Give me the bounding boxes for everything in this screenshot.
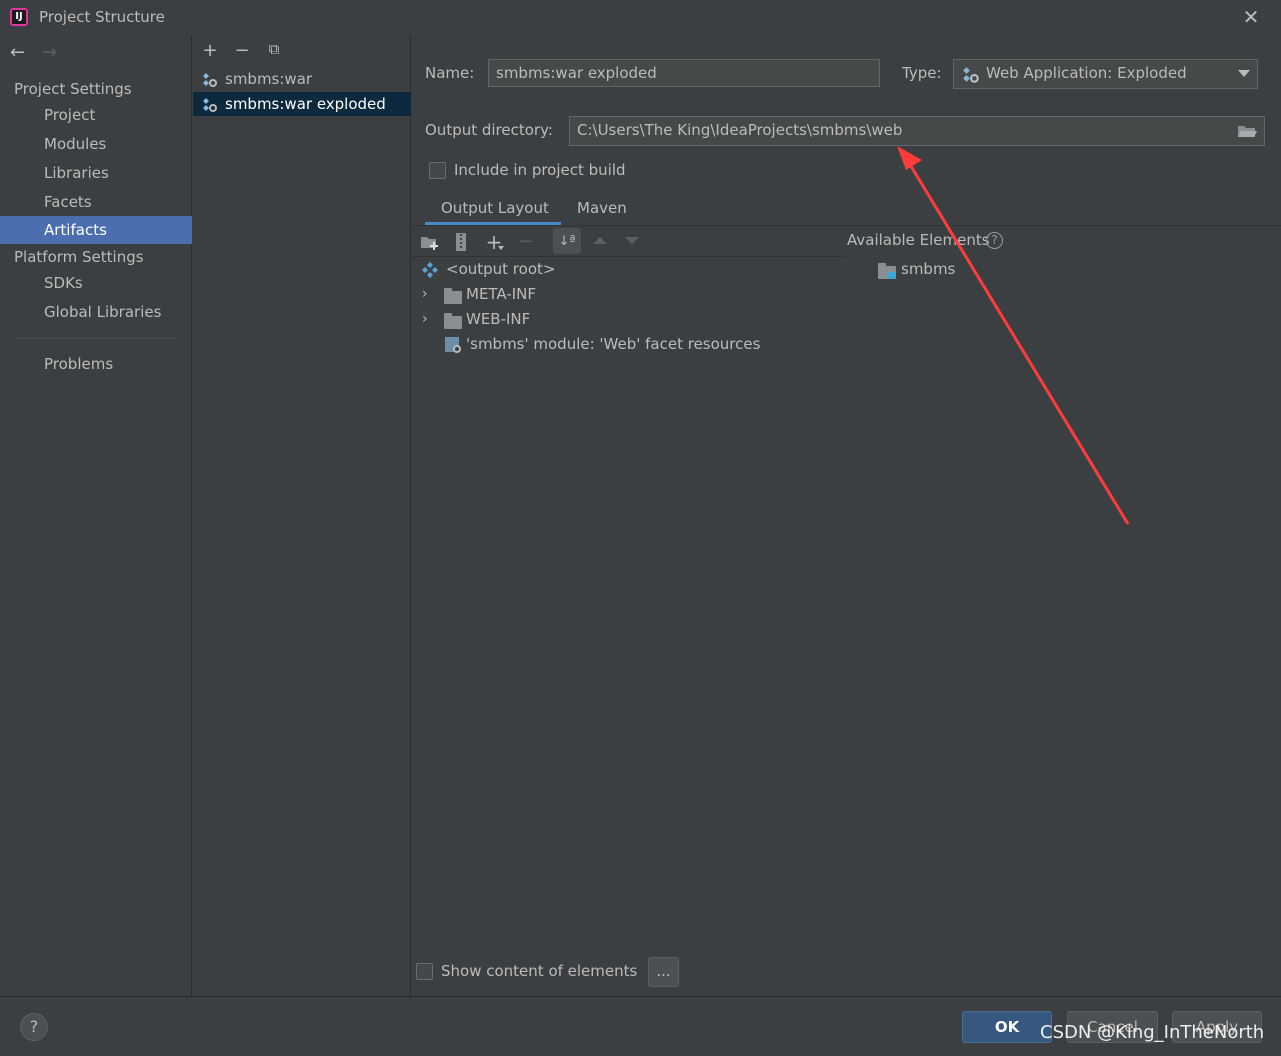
- tree-item-facet-resources[interactable]: 'smbms' module: 'Web' facet resources: [420, 332, 845, 357]
- sidebar-item-modules[interactable]: Modules: [0, 130, 192, 158]
- sidebar-divider: [14, 338, 176, 339]
- tabs-divider: [412, 225, 1281, 226]
- output-root-icon: [422, 262, 438, 278]
- move-up-icon[interactable]: [593, 237, 607, 244]
- ok-button[interactable]: OK: [962, 1011, 1052, 1043]
- remove-icon[interactable]: −: [232, 40, 252, 61]
- intellij-app-icon: IJ: [10, 8, 28, 26]
- artifacts-list-panel: [193, 36, 411, 996]
- title-bar: [0, 0, 1281, 36]
- artifact-item-war[interactable]: smbms:war: [193, 67, 411, 91]
- sidebar-item-sdks[interactable]: SDKs: [0, 269, 192, 297]
- available-item-smbms[interactable]: smbms: [876, 257, 1176, 282]
- sidebar-item-project[interactable]: Project: [0, 101, 192, 129]
- output-directory-input[interactable]: C:\Users\The King\IdeaProjects\smbms\web: [569, 116, 1265, 146]
- more-options-button[interactable]: ...: [648, 957, 679, 987]
- project-settings-header: Project Settings: [14, 80, 132, 98]
- artifact-item-war-exploded[interactable]: smbms:war exploded: [193, 92, 411, 116]
- include-in-build-label: Include in project build: [454, 161, 626, 179]
- tab-output-layout[interactable]: Output Layout: [441, 199, 549, 217]
- artifact-icon: [203, 98, 217, 112]
- tree-item-label: WEB-INF: [466, 310, 531, 328]
- artifact-icon: [203, 73, 217, 87]
- artifact-label: smbms:war exploded: [225, 95, 386, 113]
- help-icon[interactable]: ?: [986, 232, 1003, 249]
- remove-element-icon[interactable]: −: [516, 232, 536, 252]
- name-label: Name:: [425, 64, 475, 82]
- help-button[interactable]: ?: [20, 1013, 48, 1041]
- back-arrow-icon[interactable]: ←: [10, 42, 25, 63]
- move-down-icon[interactable]: [625, 237, 639, 244]
- show-content-label: Show content of elements: [441, 962, 638, 980]
- dropdown-caret-icon: [498, 246, 504, 250]
- sidebar-item-facets[interactable]: Facets: [0, 188, 192, 216]
- sidebar-item-global-libraries[interactable]: Global Libraries: [0, 298, 192, 326]
- window-title: Project Structure: [39, 8, 165, 26]
- available-elements-label: Available Elements: [847, 231, 990, 249]
- artifact-label: smbms:war: [225, 70, 313, 88]
- chevron-right-icon[interactable]: ›: [422, 307, 428, 332]
- folder-icon: [444, 313, 462, 329]
- type-label: Type:: [902, 64, 942, 82]
- type-select[interactable]: Web Application: Exploded: [953, 59, 1258, 89]
- tab-maven[interactable]: Maven: [577, 199, 627, 217]
- module-badge-icon: [888, 272, 895, 279]
- tree-item-meta-inf[interactable]: › META-INF: [420, 282, 845, 307]
- tree-item-label: META-INF: [466, 285, 537, 303]
- platform-settings-header: Platform Settings: [14, 248, 144, 266]
- forward-arrow-icon[interactable]: →: [42, 42, 57, 63]
- show-content-checkbox[interactable]: [416, 963, 433, 980]
- output-directory-label: Output directory:: [425, 121, 553, 139]
- sort-alpha-icon: ↓ª: [558, 234, 576, 249]
- chevron-down-icon: [1238, 70, 1250, 77]
- available-item-label: smbms: [901, 260, 956, 278]
- browse-folder-icon[interactable]: [1237, 123, 1257, 139]
- type-select-value: Web Application: Exploded: [986, 64, 1187, 82]
- folder-icon: [444, 288, 462, 304]
- tree-item-label: 'smbms' module: 'Web' facet resources: [466, 335, 761, 353]
- name-input[interactable]: smbms:war exploded: [488, 59, 880, 87]
- tree-item-output-root[interactable]: <output root>: [420, 257, 845, 282]
- sidebar-item-problems[interactable]: Problems: [0, 350, 192, 378]
- web-facet-icon: [445, 337, 461, 353]
- close-icon[interactable]: ✕: [1240, 6, 1262, 28]
- include-in-build-checkbox[interactable]: [429, 162, 446, 179]
- create-archive-icon[interactable]: [454, 232, 468, 252]
- chevron-right-icon[interactable]: ›: [422, 282, 428, 307]
- create-directory-icon[interactable]: [420, 234, 440, 250]
- csdn-watermark: CSDN @King_InTheNorth: [1040, 1022, 1265, 1043]
- add-icon[interactable]: +: [200, 40, 220, 61]
- tree-item-label: <output root>: [446, 260, 556, 278]
- sidebar-item-libraries[interactable]: Libraries: [0, 159, 192, 187]
- tree-item-web-inf[interactable]: › WEB-INF: [420, 307, 845, 332]
- sidebar-item-artifacts[interactable]: Artifacts: [0, 216, 192, 244]
- web-app-icon: [963, 67, 979, 83]
- copy-icon[interactable]: ⧉: [264, 40, 284, 58]
